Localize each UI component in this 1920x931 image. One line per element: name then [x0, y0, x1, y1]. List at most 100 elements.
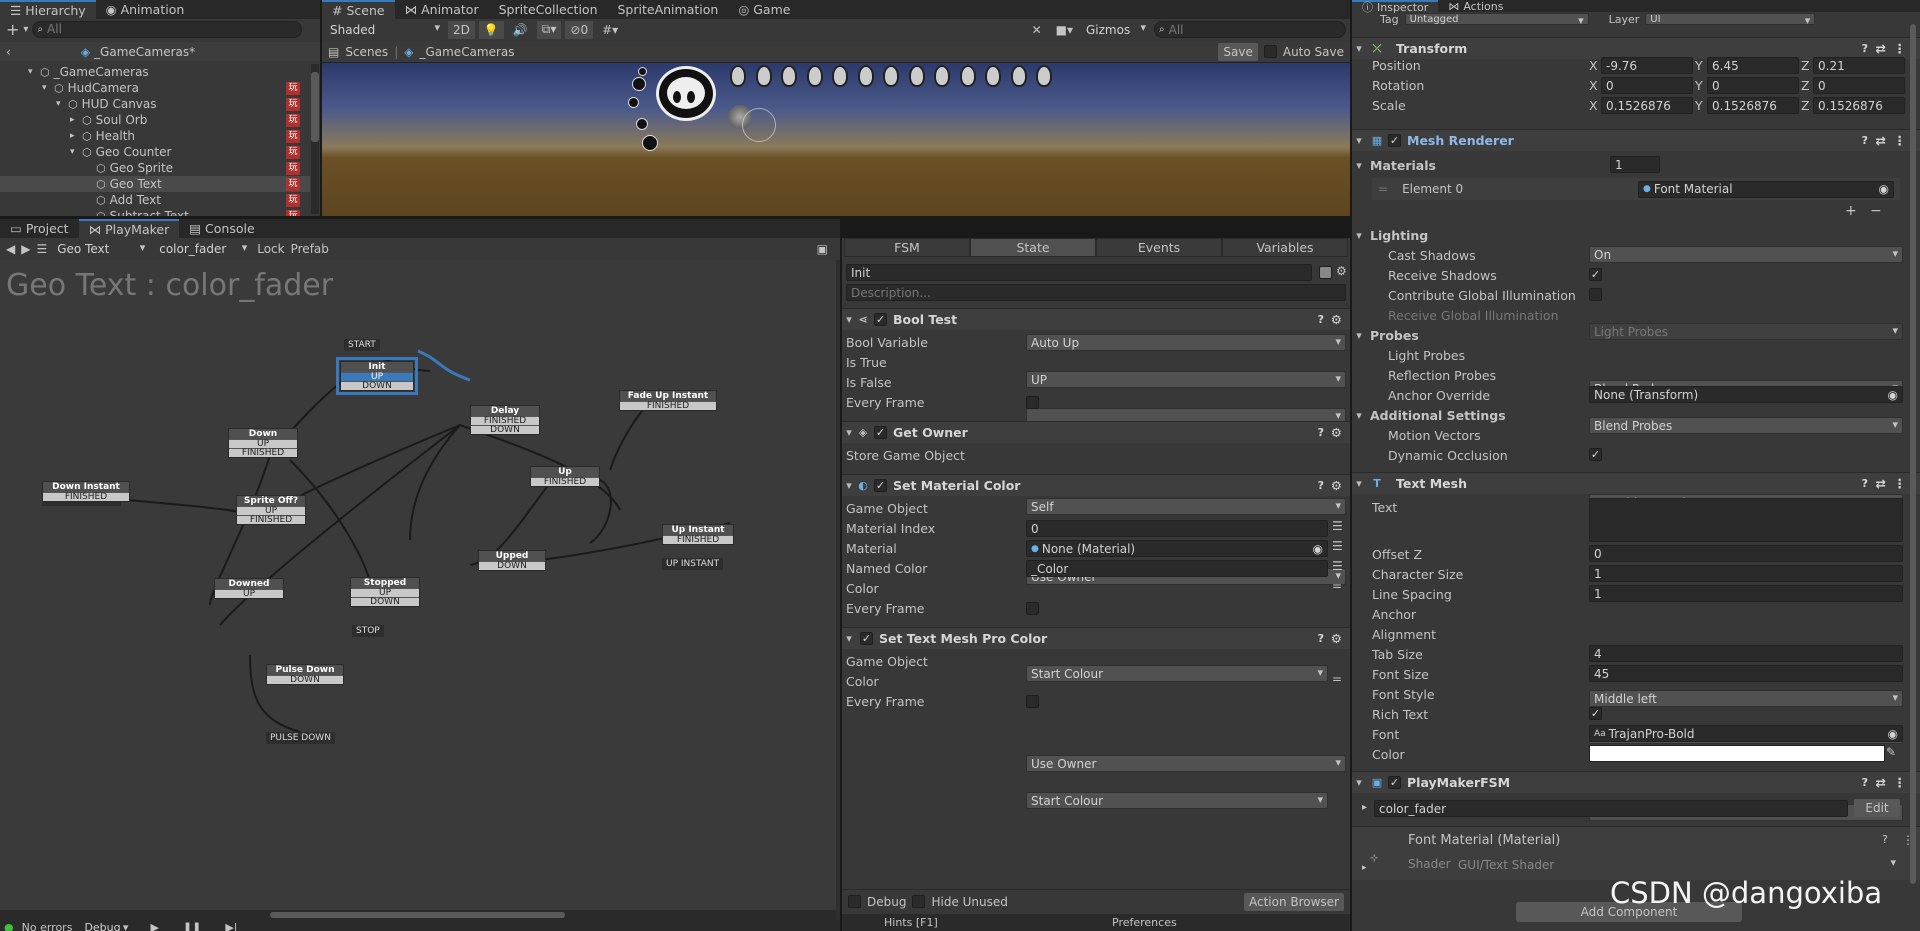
foldout-icon[interactable]: ▾ — [28, 67, 40, 77]
additional-foldout[interactable]: ▾ Additional Settings — [1352, 405, 1920, 425]
variable-toggle-icon[interactable]: ☰ — [1332, 519, 1343, 533]
enabled-checkbox[interactable]: ✓ — [874, 426, 887, 439]
materials-count-input[interactable]: 1 — [1610, 156, 1660, 173]
audio-icon[interactable]: 🔊 — [508, 21, 533, 39]
light-icon[interactable]: 💡 — [478, 20, 504, 39]
help-icon[interactable]: ? — [1318, 313, 1324, 326]
object-picker-icon[interactable]: ◉ — [1313, 542, 1323, 556]
help-icon[interactable]: ? — [1882, 833, 1888, 846]
help-icon[interactable]: ? — [1862, 776, 1868, 789]
foldout-icon[interactable]: ▾ — [1352, 776, 1366, 789]
foldout-icon[interactable]: ▾ — [1352, 134, 1366, 147]
tab-playmaker[interactable]: ⋈ PlayMaker — [78, 219, 180, 238]
position-x-input[interactable]: -9.76 — [1601, 57, 1693, 74]
breadcrumb-item[interactable]: _GameCameras — [419, 45, 514, 59]
help-icon[interactable]: ? — [1318, 632, 1324, 645]
element0-field[interactable]: ● Font Material ◉ — [1638, 180, 1894, 198]
transition-event[interactable]: FINISHED — [43, 492, 129, 502]
2d-toggle[interactable]: 2D — [448, 20, 475, 39]
hints-button[interactable]: Hints [F1] — [884, 916, 938, 929]
hierarchy-item[interactable]: ▸ ⬡ Soul Orb 玩 — [0, 112, 310, 128]
rotation-z-input[interactable]: 0 — [1813, 77, 1905, 94]
tab-fsm[interactable]: FSM — [844, 238, 970, 257]
edit-button[interactable]: Edit — [1854, 799, 1900, 817]
object-picker-icon[interactable]: ◉ — [1888, 388, 1898, 402]
state-node-delay[interactable]: Delay FINISHED DOWN — [470, 405, 540, 435]
state-node-pulsedown[interactable]: Pulse Down DOWN — [266, 664, 344, 685]
bool-variable-dropdown[interactable]: Auto Up — [1026, 334, 1346, 351]
state-node-downinst[interactable]: Down Instant FINISHED — [42, 481, 130, 502]
pause-icon[interactable]: ❚❚ — [183, 921, 201, 931]
foldout-icon[interactable]: ▾ — [42, 83, 54, 93]
tab-scene[interactable]: # Scene — [322, 0, 395, 19]
settings-icon[interactable]: ⚙ — [1331, 478, 1342, 493]
foldout-icon[interactable]: ▸ — [70, 115, 82, 125]
event-label-pulse-down[interactable]: PULSE DOWN — [266, 732, 335, 744]
transition-event[interactable]: UP — [351, 588, 419, 598]
state-node-downed[interactable]: Downed UP — [214, 578, 284, 599]
color-swatch[interactable] — [1589, 745, 1885, 762]
transition-event[interactable]: DOWN — [351, 597, 419, 607]
enabled-checkbox[interactable]: ✓ — [860, 632, 873, 645]
state-node-upinst[interactable]: Up Instant FINISHED — [662, 524, 734, 545]
tab-spritecollection[interactable]: SpriteCollection — [489, 0, 608, 19]
description-input[interactable]: Description... — [846, 284, 1346, 301]
transition-event[interactable]: FINISHED — [620, 401, 716, 411]
scene-search-input[interactable]: ⌕ All — [1154, 21, 1346, 38]
help-icon[interactable]: ? — [1862, 134, 1868, 147]
anchor-dropdown[interactable]: Middle left — [1589, 690, 1903, 707]
tab-hierarchy[interactable]: ☰ Hierarchy — [0, 0, 96, 19]
foldout-icon[interactable]: ▾ — [1352, 42, 1366, 55]
transition-event[interactable]: DOWN — [471, 425, 539, 435]
minimap-icon[interactable]: ▣ — [817, 242, 828, 256]
eyedropper-icon[interactable]: ✎ — [1886, 745, 1896, 759]
tab-game[interactable]: ◎ Game — [728, 0, 800, 19]
receive-shadows-checkbox[interactable]: ✓ — [1589, 268, 1602, 281]
object-picker-icon[interactable]: ◉ — [1879, 182, 1889, 196]
back-icon[interactable]: ‹ — [6, 45, 11, 59]
preset-icon[interactable]: ⇄ — [1876, 775, 1886, 790]
rotation-x-input[interactable]: 0 — [1601, 77, 1693, 94]
add-element-button[interactable]: + — [1845, 203, 1857, 219]
autosave-checkbox[interactable] — [1263, 45, 1277, 58]
transition-event[interactable]: FINISHED — [229, 448, 297, 458]
bool-test-header[interactable]: ▾ ⋖ ✓ Bool Test ? ⚙ — [842, 308, 1350, 330]
hierarchy-item[interactable]: ⬡ Subtract Text 玩 — [0, 208, 310, 216]
tab-animator[interactable]: ⋈ Animator — [395, 0, 489, 19]
hierarchy-item[interactable]: ⬡ Add Text 玩 — [0, 192, 310, 208]
scale-z-input[interactable]: 0.1526876 — [1813, 97, 1905, 114]
game-object-dropdown[interactable]: Use Owner — [1026, 755, 1346, 772]
tools-icon[interactable]: ✕ — [1027, 21, 1047, 39]
line-spacing-input[interactable]: 1 — [1589, 585, 1903, 602]
tab-console[interactable]: ▤ Console — [179, 219, 264, 238]
set-material-color-header[interactable]: ▾ ◐ ✓ Set Material Color ? ⚙ — [842, 474, 1350, 496]
back-icon[interactable]: ◀ — [6, 242, 15, 256]
debug-dropdown[interactable]: Debug — [80, 920, 133, 931]
transition-event[interactable]: FINISHED — [663, 535, 733, 545]
offset-z-input[interactable]: 0 — [1589, 545, 1903, 562]
foldout-icon[interactable]: ▸ — [1362, 863, 1367, 873]
text-area[interactable] — [1589, 498, 1903, 542]
tab-actions[interactable]: ⋈ Actions — [1438, 0, 1513, 13]
add-icon[interactable]: + — [6, 20, 19, 39]
more-icon[interactable]: ⋮ — [1894, 476, 1907, 491]
more-icon[interactable]: ⋮ — [1894, 41, 1907, 56]
preset-icon[interactable]: ⇄ — [1876, 133, 1886, 148]
mesh-renderer-header[interactable]: ▾ ▦ ✓ Mesh Renderer ? ⇄ ⋮ — [1352, 129, 1920, 151]
get-owner-header[interactable]: ▾ ◈ ✓ Get Owner ? ⚙ — [842, 421, 1350, 443]
rich-text-checkbox[interactable]: ✓ — [1589, 707, 1602, 720]
visibility-icon[interactable]: ⊘ 0 — [565, 20, 594, 39]
foldout-icon[interactable]: ▾ — [70, 147, 82, 157]
foldout-icon[interactable]: ▾ — [842, 426, 856, 439]
scrollbar[interactable] — [311, 64, 319, 214]
object-dropdown[interactable]: Geo Text — [53, 240, 150, 258]
tab-project[interactable]: ▭ Project — [0, 219, 79, 238]
event-label-start[interactable]: START — [344, 339, 380, 351]
foldout-icon[interactable]: ▸ — [1362, 802, 1367, 813]
more-icon[interactable]: ⋮ — [1894, 133, 1907, 148]
material-field[interactable]: ● None (Material) ◉ — [1026, 540, 1328, 557]
anchor-override-field[interactable]: None (Transform) ◉ — [1589, 386, 1903, 403]
help-icon[interactable]: ? — [1862, 477, 1868, 490]
material-index-input[interactable]: 0 — [1026, 520, 1328, 537]
tab-variables[interactable]: Variables — [1222, 238, 1348, 257]
